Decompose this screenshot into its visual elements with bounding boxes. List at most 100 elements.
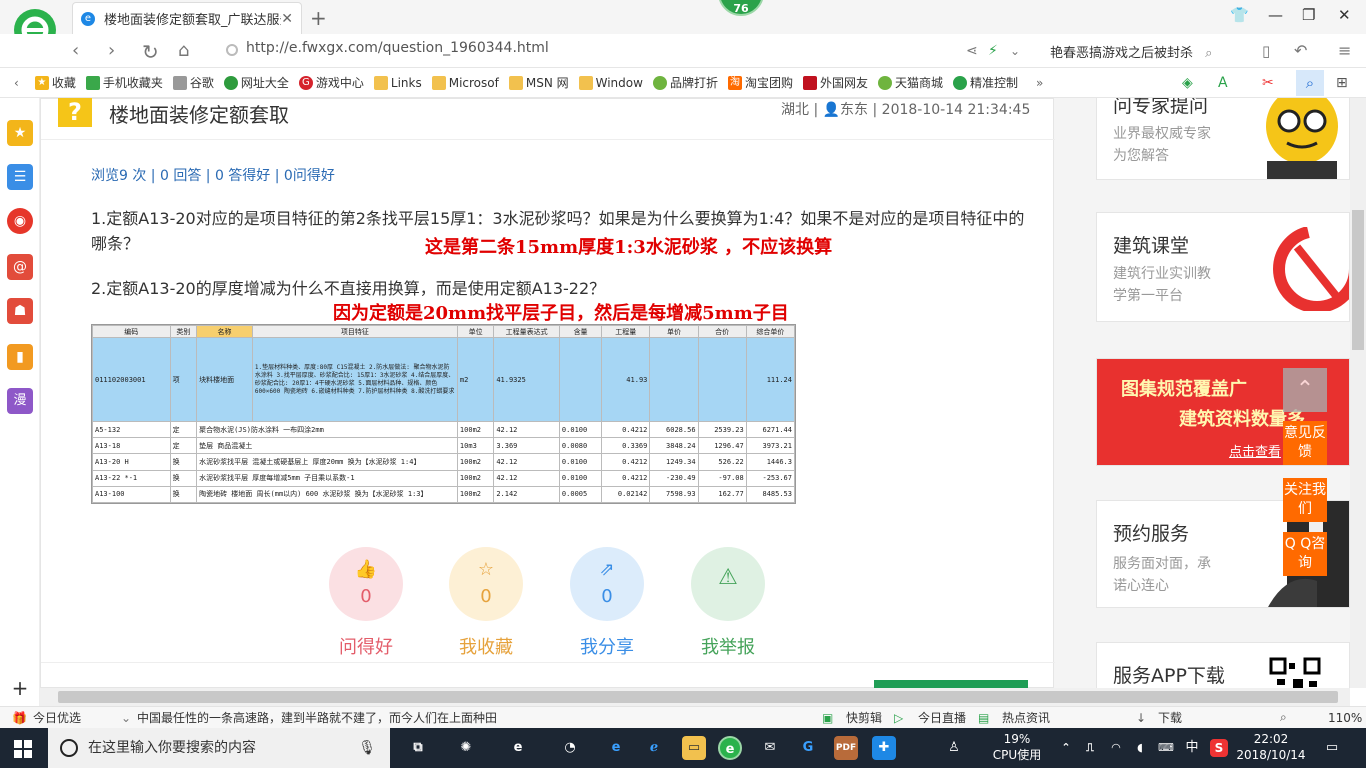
favorite-item[interactable]: Links	[373, 75, 422, 90]
url-field[interactable]: http://e.fwxgx.com/question_1960344.html	[222, 40, 962, 62]
comic-icon[interactable]: 漫	[7, 388, 33, 414]
system-clock[interactable]: 22:02 2018/10/14	[1236, 731, 1306, 763]
favorite-question-button[interactable]: ☆ 0 我收藏	[449, 547, 523, 659]
cpu-usage[interactable]: 19% CPU使用	[990, 731, 1044, 763]
shield-icon[interactable]: ◈	[1182, 75, 1193, 91]
share-question-button[interactable]: ⇗ 0 我分享	[570, 547, 644, 659]
ie-app-icon[interactable]: e	[506, 736, 530, 760]
list-icon[interactable]: ☰	[7, 164, 33, 190]
favorite-item[interactable]: G 游戏中心	[298, 74, 364, 91]
internet-explorer-icon[interactable]: ℯ	[642, 736, 666, 760]
minimize-icon[interactable]: —	[1268, 6, 1283, 24]
file-explorer-icon[interactable]: ▭	[682, 736, 706, 760]
apps-icon[interactable]: ⊞	[1336, 75, 1348, 91]
question-stats[interactable]: 浏览9 次 | 0 回答 | 0 答得好 | 0问得好	[91, 165, 335, 185]
vertical-scrollbar[interactable]	[1350, 98, 1366, 688]
book-icon[interactable]: ▮	[7, 344, 33, 370]
gift-icon[interactable]: 🎁	[12, 711, 27, 725]
live-icon[interactable]: ▷	[894, 711, 903, 725]
restore-icon[interactable]: ❐	[1302, 6, 1315, 24]
share-icon[interactable]: ⋖	[966, 43, 978, 59]
tray-expand-icon[interactable]: ⌃	[1054, 736, 1078, 760]
download-icon[interactable]: ↓	[1136, 711, 1146, 725]
chevron-down-icon[interactable]: ⌄	[1010, 44, 1020, 58]
zoom-level[interactable]: 110%	[1328, 711, 1362, 725]
active-tab[interactable]: e 楼地面装修定额套取_广联达服务 ✕	[72, 2, 302, 34]
chat-app-icon[interactable]: ◔	[558, 736, 582, 760]
favorite-item[interactable]: 天猫商城	[877, 74, 943, 91]
taskbar-search-box[interactable]: 在这里输入你要搜索的内容 🎙	[48, 728, 390, 768]
more-favorites-icon[interactable]: »	[1036, 76, 1043, 90]
back-icon[interactable]: ‹	[72, 40, 79, 61]
news-ticker-link[interactable]: 中国最任性的一条高速路，建到半路就不建了，而今人们在上面种田	[137, 709, 497, 726]
home-icon[interactable]: ⌂	[178, 40, 189, 61]
pinwheel-app-icon[interactable]: ✺	[454, 736, 478, 760]
quota-table-image[interactable]: 编码 类别 名称 项目特征 单位 工程量表达式 含量 工程量 单价 合价 综合单…	[91, 324, 796, 504]
favorite-item[interactable]: 外国网友	[802, 74, 868, 91]
refresh-icon[interactable]: ↻	[142, 40, 159, 64]
undo-icon[interactable]: ↶	[1294, 41, 1307, 60]
new-tab-icon[interactable]: +	[310, 6, 327, 30]
favorite-item[interactable]: 网址大全	[223, 74, 289, 91]
favorite-item[interactable]: 手机收藏夹	[85, 74, 163, 91]
expert-card[interactable]: 问专家提问 业界最权威专家 为您解答	[1096, 98, 1350, 180]
banner-link[interactable]: 点击查看	[1229, 441, 1281, 460]
close-tab-icon[interactable]: ✕	[281, 11, 293, 27]
clip-icon[interactable]: ▣	[822, 711, 833, 725]
sogou-ime-icon[interactable]: S	[1210, 739, 1228, 757]
favorite-item[interactable]: 淘淘宝团购	[727, 74, 793, 91]
device-icon[interactable]: ▯	[1262, 42, 1270, 60]
favorite-item[interactable]: ★ 收藏	[34, 74, 76, 91]
tool-app-icon[interactable]: ✚	[872, 736, 896, 760]
today-picks-link[interactable]: 今日优选	[33, 709, 81, 726]
follow-button[interactable]: 关注我们	[1283, 478, 1327, 522]
favorites-star-icon[interactable]: ★	[7, 120, 33, 146]
horizontal-scroll-thumb[interactable]	[58, 691, 1338, 703]
360-browser-icon[interactable]: e	[718, 736, 742, 760]
close-window-icon[interactable]: ✕	[1338, 6, 1351, 24]
keyboard-icon[interactable]: ⌨	[1154, 736, 1178, 760]
favorite-item[interactable]: 品牌打折	[652, 74, 718, 91]
notification-badge[interactable]: 76	[718, 0, 764, 16]
weibo-icon[interactable]: ◉	[7, 208, 33, 234]
people-icon[interactable]: ♙	[942, 736, 966, 760]
add-icon[interactable]: +	[10, 678, 30, 698]
shirt-skin-icon[interactable]: 👕	[1230, 6, 1249, 24]
zoom-icon[interactable]: ⌕	[1280, 710, 1287, 725]
microphone-icon[interactable]: 🎙	[358, 728, 376, 768]
windows-start-icon[interactable]	[14, 740, 32, 758]
favorite-item[interactable]: 谷歌	[172, 74, 214, 91]
forward-icon[interactable]: ›	[108, 40, 115, 61]
favorite-item[interactable]: Window	[578, 75, 643, 90]
ime-indicator[interactable]: 中	[1180, 736, 1204, 760]
back-to-top-icon[interactable]: ⌃	[1283, 368, 1327, 412]
magnifier-icon[interactable]: ⌕	[1296, 69, 1324, 96]
scissors-icon[interactable]: ✂	[1262, 75, 1274, 91]
mail-icon[interactable]: @	[7, 254, 33, 280]
classroom-card[interactable]: 建筑课堂 建筑行业实训教 学第一平台	[1096, 212, 1350, 322]
search-field[interactable]: 艳春恶搞游戏之后被封杀 ⌕	[1050, 42, 1212, 61]
download-link[interactable]: 下载	[1158, 709, 1182, 726]
feedback-button[interactable]: 意见反馈	[1283, 421, 1327, 465]
favorite-item[interactable]: Microsof	[431, 75, 499, 90]
edge-app-icon[interactable]: e	[604, 736, 628, 760]
app-download-card[interactable]: 服务APP下载	[1096, 642, 1350, 688]
sidebar-toggle-icon[interactable]: ‹	[14, 76, 19, 90]
chevron-down-icon[interactable]: ⌄	[121, 711, 131, 725]
live-link[interactable]: 今日直播	[918, 709, 966, 726]
wifi-icon[interactable]: ◠	[1104, 736, 1128, 760]
pdf-app-icon[interactable]: PDF	[834, 736, 858, 760]
favorite-item[interactable]: 精准控制	[953, 74, 1018, 91]
lightning-icon[interactable]: ⚡	[988, 43, 998, 59]
news-icon[interactable]: ▤	[978, 711, 989, 725]
like-question-button[interactable]: 👍 0 问得好	[329, 547, 403, 659]
task-view-icon[interactable]: ⧉	[406, 736, 430, 760]
network-icon[interactable]: ⎍	[1078, 736, 1102, 760]
quick-clip-link[interactable]: 快剪辑	[846, 709, 882, 726]
menu-icon[interactable]: ≡	[1338, 41, 1351, 60]
translate-icon[interactable]: A	[1218, 75, 1228, 91]
volume-icon[interactable]: ◖	[1128, 736, 1152, 760]
search-icon[interactable]: ⌕	[1205, 46, 1212, 61]
action-center-icon[interactable]: ▭	[1320, 736, 1344, 760]
favorite-item[interactable]: MSN 网	[508, 74, 569, 91]
